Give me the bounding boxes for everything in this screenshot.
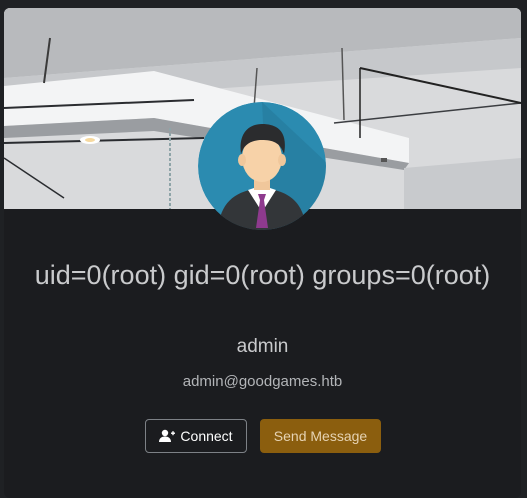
connect-button-label: Connect [180, 428, 233, 444]
person-avatar-icon [198, 102, 326, 230]
profile-display-name: uid=0(root) gid=0(root) groups=0(root) [34, 260, 491, 290]
avatar [198, 102, 326, 230]
user-plus-icon [159, 429, 176, 442]
profile-username: admin [236, 336, 289, 357]
profile-email: admin@goodgames.htb [182, 373, 343, 390]
send-message-button-label: Send Message [273, 428, 368, 444]
profile-card: uid=0(root) gid=0(root) groups=0(root) a… [4, 8, 521, 498]
connect-button[interactable]: Connect [145, 419, 247, 453]
send-message-button[interactable]: Send Message [260, 419, 381, 453]
